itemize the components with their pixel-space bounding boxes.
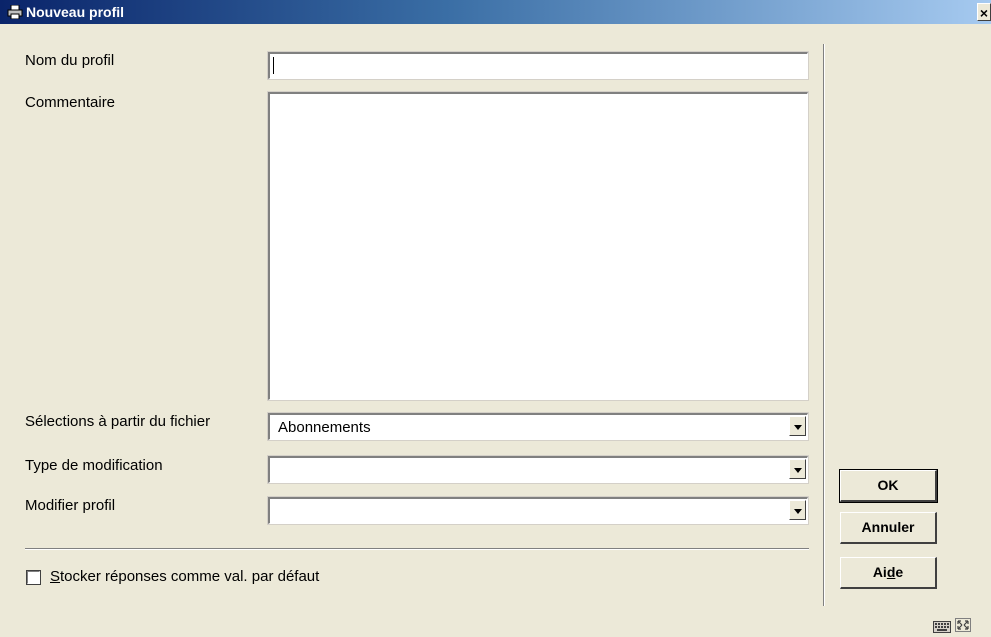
keyboard-icon[interactable] bbox=[933, 620, 951, 637]
ok-button-label: OK bbox=[877, 477, 899, 493]
modification-type-label: Type de modification bbox=[25, 457, 163, 474]
comment-label: Commentaire bbox=[25, 94, 116, 111]
title-bar: Nouveau profil × bbox=[0, 0, 991, 24]
chevron-down-icon[interactable] bbox=[789, 459, 806, 479]
selection-file-label: Sélections à partir du fichier bbox=[25, 413, 211, 430]
resize-icon[interactable] bbox=[955, 618, 971, 636]
vertical-divider bbox=[823, 44, 825, 606]
store-defaults-access-key: S bbox=[50, 568, 61, 585]
profile-name-label: Nom du profil bbox=[25, 52, 115, 69]
close-icon: × bbox=[979, 5, 989, 21]
help-label-before: Ai bbox=[872, 564, 887, 580]
store-defaults-label-text: tocker réponses comme val. par défaut bbox=[60, 568, 320, 585]
chevron-down-icon[interactable] bbox=[789, 500, 806, 520]
modify-profile-select[interactable] bbox=[267, 496, 809, 525]
store-defaults-checkbox[interactable] bbox=[26, 570, 41, 585]
comment-textarea[interactable] bbox=[267, 91, 809, 401]
cancel-button[interactable]: Annuler bbox=[840, 512, 937, 544]
help-button[interactable]: Aide bbox=[840, 557, 937, 589]
modification-type-select[interactable] bbox=[267, 455, 809, 484]
selection-file-select[interactable]: Abonnements bbox=[267, 412, 809, 441]
cancel-button-label: Annuler bbox=[861, 519, 915, 535]
ok-button[interactable]: OK bbox=[839, 469, 938, 503]
printer-icon bbox=[7, 4, 23, 20]
text-caret bbox=[273, 57, 274, 74]
close-button[interactable]: × bbox=[977, 3, 991, 21]
selection-file-value: Abonnements bbox=[278, 419, 371, 436]
profile-name-input[interactable] bbox=[267, 51, 809, 80]
chevron-down-icon[interactable] bbox=[789, 416, 806, 436]
window-title: Nouveau profil bbox=[26, 4, 125, 20]
modify-profile-label: Modifier profil bbox=[25, 497, 116, 514]
help-label-after: e bbox=[895, 564, 904, 580]
horizontal-divider bbox=[25, 548, 809, 550]
store-defaults-label[interactable]: Stocker réponses comme val. par défaut bbox=[50, 568, 319, 586]
status-icons bbox=[933, 618, 979, 633]
